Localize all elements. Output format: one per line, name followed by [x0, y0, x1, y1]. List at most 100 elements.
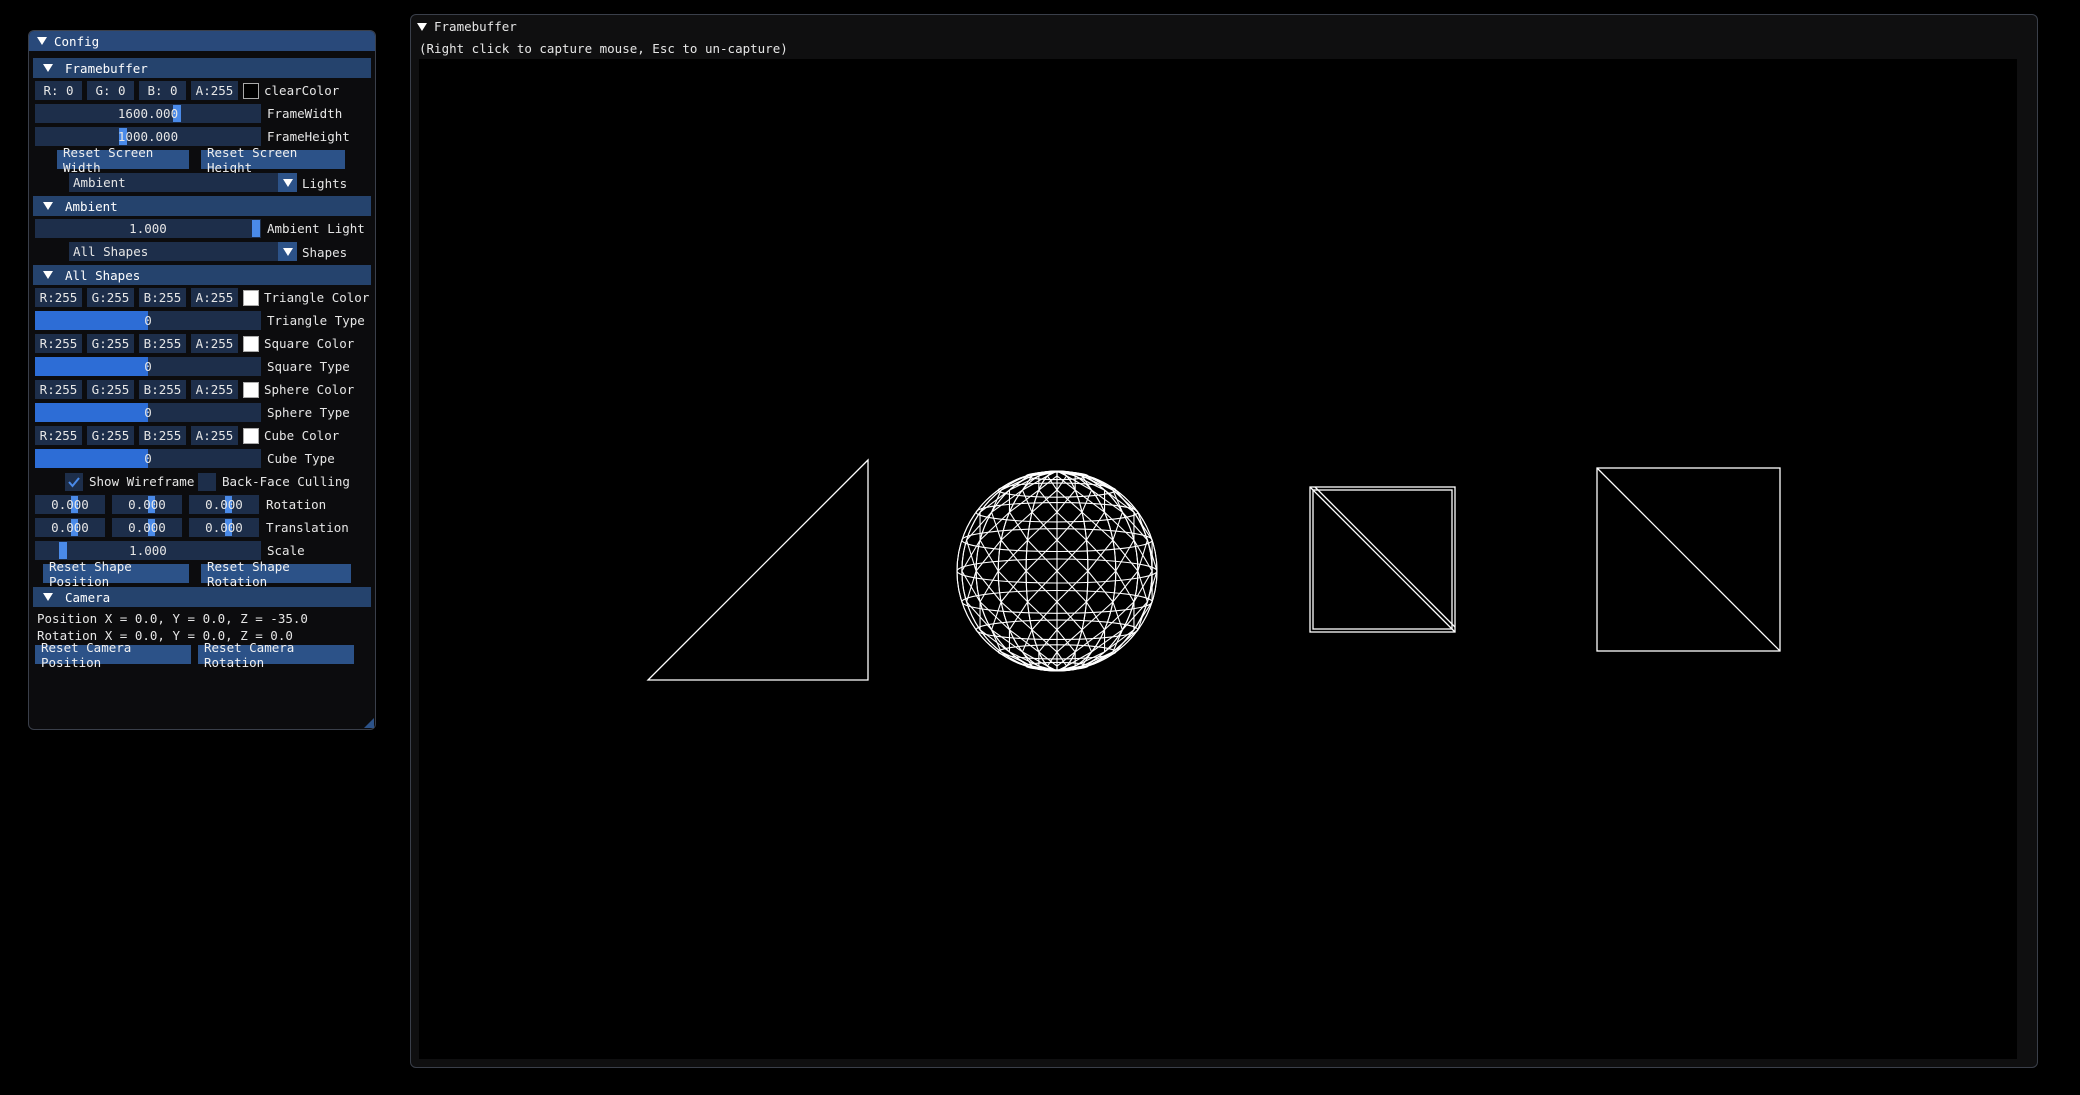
color-a[interactable]: A:255 — [191, 426, 238, 445]
reset-shape-position-button[interactable]: Reset Shape Position — [43, 559, 189, 589]
clear-color-a[interactable]: A:255 — [191, 81, 238, 100]
rotation-z-field[interactable]: 0.000 — [189, 495, 259, 514]
translation-y-value: 0.000 — [128, 520, 166, 535]
config-titlebar[interactable]: Config — [29, 31, 375, 51]
reset-screen-width-button[interactable]: Reset Screen Width — [57, 145, 189, 175]
translation-z-field[interactable]: 0.000 — [189, 518, 259, 537]
color-b[interactable]: B:255 — [139, 334, 186, 353]
sphere-type-slider[interactable]: 0 — [35, 403, 261, 422]
cube-type-row: 0 Cube Type — [35, 449, 335, 468]
color-b[interactable]: B:255 — [139, 380, 186, 399]
sphere-type-value: 0 — [144, 405, 152, 420]
frame-height-slider[interactable]: 1000.000 — [35, 127, 261, 146]
ambient-section-header[interactable]: Ambient — [33, 196, 371, 216]
framebuffer-title: Framebuffer — [434, 19, 517, 34]
cube-color-swatch[interactable] — [243, 427, 259, 444]
ambient-light-label: Ambient Light — [267, 221, 365, 236]
cube-color-row: R:255 G:255 B:255 A:255 Cube Color — [35, 426, 339, 445]
translation-x-value: 0.000 — [51, 520, 89, 535]
frame-width-label: FrameWidth — [267, 106, 343, 121]
chevron-down-icon[interactable] — [278, 242, 297, 261]
square-color-label: Square Color — [264, 336, 355, 351]
color-a[interactable]: A:255 — [191, 288, 238, 307]
rotation-y-field[interactable]: 0.000 — [112, 495, 182, 514]
color-g[interactable]: G:255 — [87, 380, 134, 399]
square-color-swatch[interactable] — [243, 335, 259, 352]
slider-fill — [35, 449, 148, 468]
color-g[interactable]: G:255 — [87, 426, 134, 445]
clear-color-r[interactable]: R: 0 — [35, 81, 82, 100]
square-type-slider[interactable]: 0 — [35, 357, 261, 376]
sphere-type-label: Sphere Type — [267, 405, 350, 420]
ambient-light-row: 1.000 Ambient Light — [35, 219, 365, 238]
camera-header-label: Camera — [65, 589, 111, 605]
rotation-z-value: 0.000 — [205, 497, 243, 512]
color-g[interactable]: G:255 — [87, 334, 134, 353]
show-wireframe-checkbox[interactable] — [65, 472, 83, 491]
clear-color-swatch[interactable] — [243, 82, 259, 99]
triangle-color-label: Triangle Color — [264, 290, 370, 305]
triangle-color-swatch[interactable] — [243, 289, 259, 306]
scale-slider[interactable]: 1.000 — [35, 541, 261, 560]
wireframe-triangle — [646, 458, 869, 681]
check-icon — [68, 476, 80, 488]
cube-type-label: Cube Type — [267, 451, 335, 466]
rotation-x-field[interactable]: 0.000 — [35, 495, 105, 514]
all-shapes-section-header[interactable]: All Shapes — [33, 265, 371, 285]
color-r[interactable]: R:255 — [35, 380, 82, 399]
triangle-color-row: R:255 G:255 B:255 A:255 Triangle Color — [35, 288, 369, 307]
all-shapes-header-label: All Shapes — [65, 267, 141, 283]
chevron-down-icon[interactable] — [278, 173, 297, 192]
collapse-arrow-icon — [43, 271, 53, 279]
reset-camera-position-button[interactable]: Reset Camera Position — [35, 640, 191, 670]
clear-color-label: clearColor — [264, 83, 340, 98]
collapse-arrow-icon — [43, 593, 53, 601]
camera-section-header[interactable]: Camera — [33, 587, 371, 607]
sphere-color-swatch[interactable] — [243, 381, 259, 398]
scale-value: 1.000 — [129, 543, 167, 558]
color-a[interactable]: A:255 — [191, 380, 238, 399]
clear-color-b[interactable]: B: 0 — [139, 81, 186, 100]
resize-grip-icon[interactable] — [364, 718, 374, 728]
reset-shape-rotation-button[interactable]: Reset Shape Rotation — [201, 559, 351, 589]
triangle-type-slider[interactable]: 0 — [35, 311, 261, 330]
lights-label: Lights — [302, 176, 348, 191]
backface-row: Back-Face Culling — [198, 472, 350, 491]
ambient-light-slider[interactable]: 1.000 — [35, 219, 261, 238]
backface-culling-checkbox[interactable] — [198, 472, 216, 491]
lights-combo[interactable]: Ambient — [69, 173, 297, 192]
framebuffer-section-header[interactable]: Framebuffer — [33, 58, 371, 78]
collapse-arrow-icon — [43, 202, 53, 210]
render-canvas[interactable] — [419, 59, 2017, 1059]
shapes-combo[interactable]: All Shapes — [69, 242, 297, 261]
clear-color-g[interactable]: G: 0 — [87, 81, 134, 100]
framebuffer-header-label: Framebuffer — [65, 60, 148, 76]
color-r[interactable]: R:255 — [35, 426, 82, 445]
framebuffer-titlebar[interactable]: Framebuffer — [417, 19, 517, 34]
color-b[interactable]: B:255 — [139, 426, 186, 445]
translation-x-field[interactable]: 0.000 — [35, 518, 105, 537]
color-b[interactable]: B:255 — [139, 288, 186, 307]
scene-svg — [646, 458, 1781, 681]
translation-y-field[interactable]: 0.000 — [112, 518, 182, 537]
slider-grab[interactable] — [59, 542, 67, 559]
color-a[interactable]: A:255 — [191, 334, 238, 353]
collapse-arrow-icon[interactable] — [37, 37, 47, 45]
frame-width-value: 1600.000 — [117, 106, 179, 121]
slider-grab[interactable] — [252, 220, 260, 237]
triangle-type-value: 0 — [144, 313, 152, 328]
color-g[interactable]: G:255 — [87, 288, 134, 307]
config-window: Config Framebuffer R: 0 G: 0 B: 0 A:255 … — [28, 30, 376, 730]
color-r[interactable]: R:255 — [35, 334, 82, 353]
shapes-combo-value: All Shapes — [73, 244, 149, 259]
triangle-type-label: Triangle Type — [267, 313, 365, 328]
reset-screen-height-button[interactable]: Reset Screen Height — [201, 145, 345, 175]
slider-fill — [35, 357, 148, 376]
frame-width-slider[interactable]: 1600.000 — [35, 104, 261, 123]
reset-camera-rotation-button[interactable]: Reset Camera Rotation — [198, 640, 354, 670]
cube-type-slider[interactable]: 0 — [35, 449, 261, 468]
collapse-arrow-icon[interactable] — [417, 22, 427, 31]
color-r[interactable]: R:255 — [35, 288, 82, 307]
translation-label: Translation — [266, 520, 349, 535]
square-color-row: R:255 G:255 B:255 A:255 Square Color — [35, 334, 354, 353]
